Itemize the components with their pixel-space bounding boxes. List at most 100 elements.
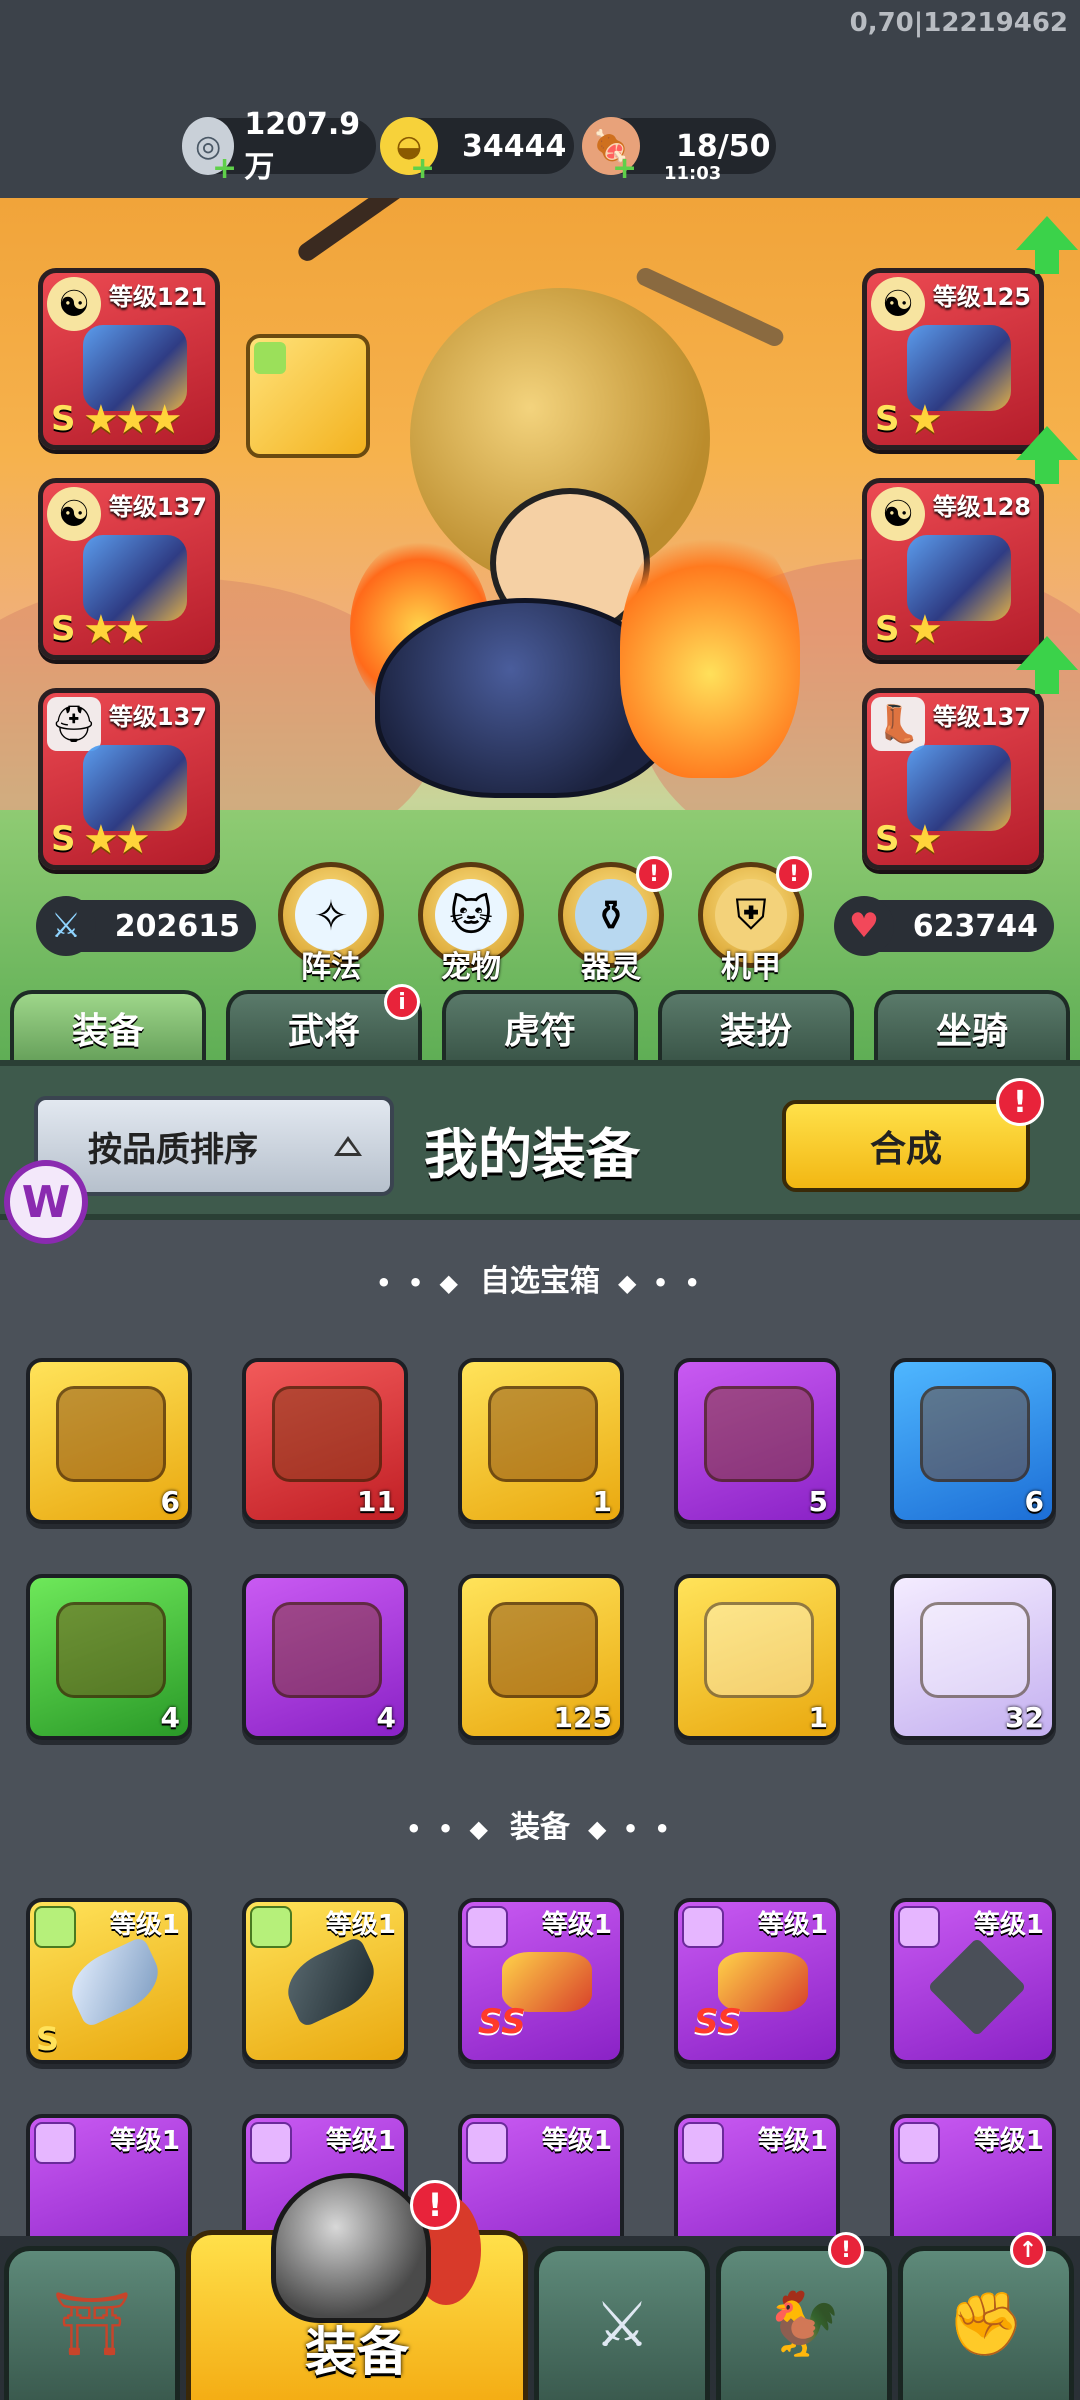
chest-item[interactable]: 1 [674, 1574, 840, 1740]
stamina-timer: 11:03 [664, 163, 722, 184]
scroll-chest-icon [56, 1602, 166, 1698]
tab-tiger-tally[interactable]: 虎符 [442, 990, 638, 1062]
item-count: 4 [160, 1701, 180, 1734]
chest-item[interactable]: 4 [242, 1574, 408, 1740]
merge-button[interactable]: 合成 [782, 1100, 1030, 1192]
item-count: 1 [808, 1701, 828, 1734]
equip-slot-armor[interactable]: ☯ 等级125 S ★ [862, 268, 1044, 450]
sword-upgrade-icon [704, 1602, 814, 1698]
tab-costume[interactable]: 装扮 [658, 990, 854, 1062]
yin-yang-icon: ☯ [871, 277, 925, 331]
equip-slot-shoulder[interactable]: ☯ 等级128 S ★ [862, 478, 1044, 660]
item-count: 6 [1024, 1485, 1044, 1518]
formation-icon: ✧ [295, 879, 367, 951]
chest-item[interactable]: 125 [458, 1574, 624, 1740]
cat-pet-icon: 🐱 [435, 879, 507, 951]
equipment-panel-header: 按品质排序 我的装备 合成 [0, 1060, 1080, 1220]
nav-equipment-button[interactable]: 装备 [186, 2173, 528, 2400]
slot-level: 等级125 [932, 283, 1031, 311]
chest-icon [272, 1386, 382, 1482]
item-level: 等级1 [325, 1910, 396, 1940]
equipment-item[interactable]: 等级1 [890, 1898, 1056, 2064]
item-level: 等级1 [109, 2126, 180, 2156]
section-header-equipment: • • ◆ 装备 ◆ • • [0, 1802, 1080, 1846]
slot-level: 等级137 [108, 493, 207, 521]
floating-w-logo-icon[interactable]: W [4, 1160, 88, 1244]
item-level: 等级1 [325, 2126, 396, 2156]
rooster-icon: 🐓 [765, 2287, 843, 2360]
sword-badge-icon [898, 2122, 940, 2164]
gold-resource[interactable]: ◒ 34444 + [380, 117, 574, 186]
formation-label: 阵法 [301, 950, 361, 985]
spirit-icon: ⚱ [575, 879, 647, 951]
silver-resource[interactable]: ◎ 1207.9万 + [182, 107, 376, 186]
sword-badge-icon [682, 1906, 724, 1948]
nav-pet-button[interactable]: 🐓 [716, 2246, 892, 2400]
equipment-alert-badge: ! [410, 2180, 460, 2230]
mecha-alert-badge: ! [776, 856, 812, 892]
mecha-label: 机甲 [721, 950, 781, 985]
equipment-item[interactable]: 等级1 S [26, 1898, 192, 2064]
item-count: 6 [160, 1485, 180, 1518]
nav-upgrade-button[interactable]: ✊ [898, 2246, 1074, 2400]
merge-alert-badge: ! [996, 1078, 1044, 1126]
tab-equipment[interactable]: 装备 [10, 990, 206, 1062]
slot-stars: ★ [907, 817, 943, 863]
add-silver-icon[interactable]: + [212, 151, 237, 186]
add-gold-icon[interactable]: + [410, 151, 435, 186]
yin-yang-icon: ☯ [871, 487, 925, 541]
sort-by-quality-button[interactable]: 按品质排序 [34, 1096, 394, 1196]
hp-stat: ♥ 623744 [834, 896, 1054, 956]
section-title: 自选宝箱 [480, 1264, 600, 1299]
equip-slot-boots[interactable]: 👢 等级137 S ★ [862, 688, 1044, 870]
add-stamina-icon[interactable]: + [612, 151, 637, 186]
slot-level: 等级137 [932, 703, 1031, 731]
yin-yang-icon: ☯ [47, 277, 101, 331]
equipped-mecha-card[interactable] [246, 334, 370, 458]
equipment-item[interactable]: 等级1 SS [674, 1898, 840, 2064]
chest-item[interactable]: 1 [458, 1358, 624, 1524]
silver-value: 1207.9万 [244, 106, 361, 185]
hero-character[interactable] [294, 198, 800, 858]
equipment-item[interactable]: 等级1 SS [458, 1898, 624, 2064]
slot-stars: ★ [907, 607, 943, 653]
decor-dots: • • ◆ [376, 1269, 462, 1297]
pet-label: 宠物 [441, 950, 501, 985]
boot-icon: 👢 [871, 697, 925, 751]
chest-item[interactable]: 6 [26, 1358, 192, 1524]
fist-upgrade-icon: ✊ [947, 2287, 1025, 2360]
slot-stars: ★★ [83, 817, 151, 863]
slot-stars: ★★ [83, 607, 151, 653]
stamina-resource[interactable]: 🍖 18/50 11:03 + [582, 117, 776, 186]
equip-slot-accessory[interactable]: ☯ 等级137 S ★★ [38, 478, 220, 660]
sword-badge-icon [34, 2122, 76, 2164]
item-level: 等级1 [541, 2126, 612, 2156]
slot-rank: S [51, 399, 76, 439]
slot-rank: S [51, 609, 76, 649]
generals-info-badge: i [384, 984, 420, 1020]
item-level: 等级1 [973, 2126, 1044, 2156]
item-level: 等级1 [757, 2126, 828, 2156]
slot-level: 等级121 [108, 283, 207, 311]
section-header-chests: • • ◆ 自选宝箱 ◆ • • [0, 1256, 1080, 1300]
slot-rank: S [51, 819, 76, 859]
upgrade-arrow-icon [1016, 636, 1078, 698]
chest-item[interactable]: 4 [26, 1574, 192, 1740]
chest-item[interactable]: 5 [674, 1358, 840, 1524]
equip-slot-helmet[interactable]: ⛑ 等级137 S ★★ [38, 688, 220, 870]
nav-battle-button[interactable]: ⚔ [534, 2246, 710, 2400]
equipment-item[interactable]: 等级1 [242, 1898, 408, 2064]
chest-item[interactable]: 32 [890, 1574, 1056, 1740]
slot-stars: ★ [907, 397, 943, 443]
slot-rank: S [875, 609, 900, 649]
equip-slot-weapon[interactable]: ☯ 等级121 S ★★★ [38, 268, 220, 450]
chest-item[interactable]: 6 [890, 1358, 1056, 1524]
sword-badge-icon [898, 1906, 940, 1948]
tab-mount[interactable]: 坐骑 [874, 990, 1070, 1062]
item-count: 1 [592, 1485, 612, 1518]
item-level: 等级1 [973, 1910, 1044, 1940]
nav-city-button[interactable]: ⛩ [4, 2246, 180, 2400]
game-screen: 0,70|12219462 ◎ 1207.9万 + ◒ 34444 + 🍖 18… [0, 0, 1080, 2400]
chest-item[interactable]: 11 [242, 1358, 408, 1524]
gold-value: 34444 [462, 128, 567, 164]
